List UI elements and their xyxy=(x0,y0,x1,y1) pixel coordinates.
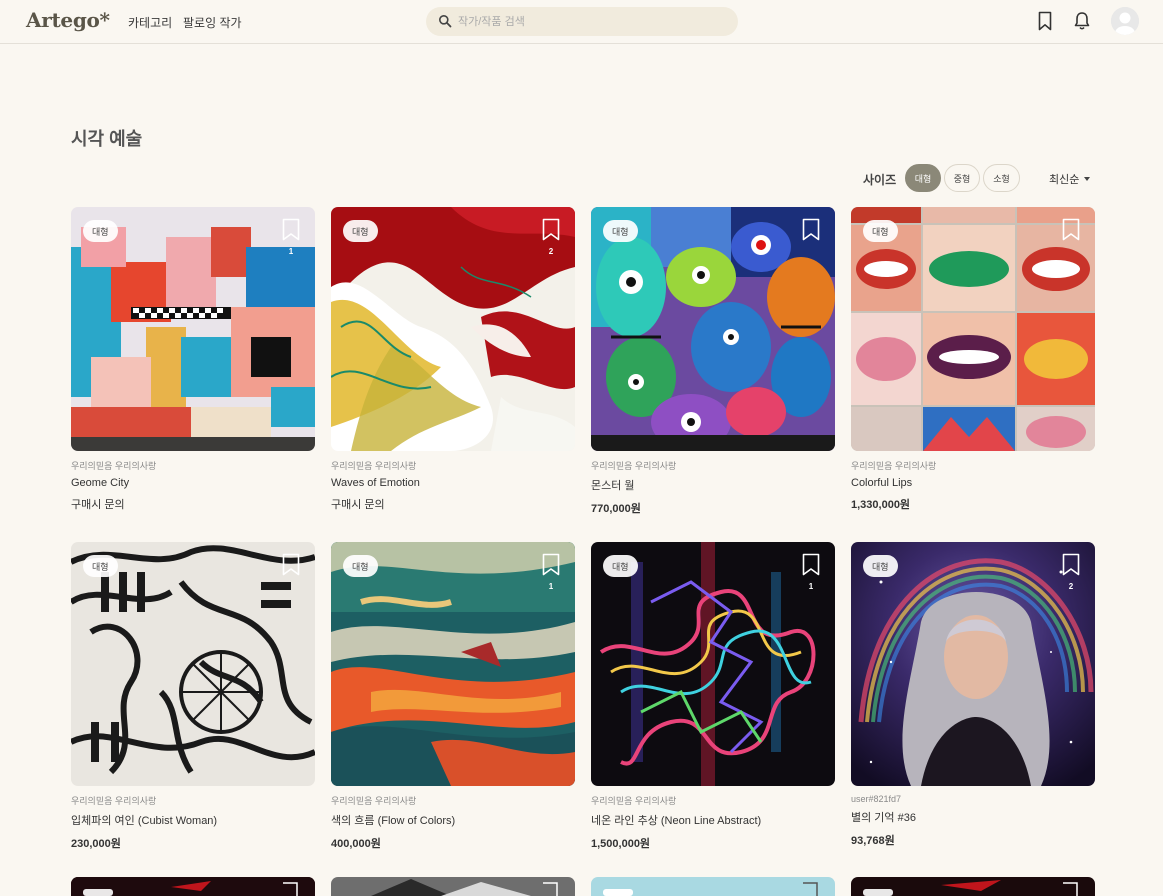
bookmark-icon[interactable] xyxy=(280,218,302,242)
artwork-title[interactable]: Geome City xyxy=(71,477,315,489)
artwork-neon-line-abstract xyxy=(591,542,835,786)
bookmark-count: 2 xyxy=(548,247,554,256)
size-badge: 대형 xyxy=(863,555,898,577)
size-badge: 대형 xyxy=(603,555,638,577)
artwork-image[interactable]: 대형 2 xyxy=(851,542,1095,786)
size-badge: 대형 xyxy=(863,220,898,242)
artwork-price: 구매시 문의 xyxy=(331,499,385,511)
artwork-image[interactable]: 대형 xyxy=(851,207,1095,451)
artwork-image[interactable]: 대형 xyxy=(591,207,835,451)
artwork-colorful-lips xyxy=(851,207,1095,451)
artwork-price: 770,000원 xyxy=(591,503,641,515)
search-bar[interactable] xyxy=(426,7,738,36)
artwork-image[interactable]: 대형 2 xyxy=(331,207,575,451)
bookmark-icon[interactable] xyxy=(1035,10,1055,32)
avatar-icon xyxy=(1111,7,1139,35)
artwork-card[interactable]: 대형 1 우리의믿음 우리의사랑 네온 라인 추상 (Neon Line Abs… xyxy=(591,542,835,851)
artwork-title[interactable]: Waves of Emotion xyxy=(331,477,575,489)
artwork-image[interactable]: 대형 1 xyxy=(591,542,835,786)
size-badge: 대형 xyxy=(83,220,118,242)
bookmark-icon[interactable] xyxy=(540,218,562,242)
artwork-card-partial[interactable] xyxy=(591,877,835,896)
artwork-thumbnail-partial xyxy=(851,877,1095,896)
bookmark-icon[interactable] xyxy=(280,553,302,577)
artwork-card[interactable]: 대형 우리의믿음 우리의사랑 몬스터 월 770,000원 xyxy=(591,207,835,516)
artwork-price: 1,500,000원 xyxy=(591,838,651,850)
sort-label: 최신순 xyxy=(1049,174,1080,186)
artist-name[interactable]: 우리의믿음 우리의사랑 xyxy=(71,459,315,472)
artwork-waves-of-emotion xyxy=(331,207,575,451)
artwork-image[interactable]: 대형 1 xyxy=(331,542,575,786)
artego-logo[interactable]: Artego* xyxy=(26,8,110,32)
bookmark-icon[interactable] xyxy=(1060,553,1082,577)
artwork-card[interactable]: 대형 1 우리의믿음 우리의사랑 Geome City 구매시 문의 xyxy=(71,207,315,512)
artwork-monster-wall xyxy=(591,207,835,451)
size-small-button[interactable]: 소형 xyxy=(983,164,1020,192)
artwork-price: 구매시 문의 xyxy=(71,499,125,511)
artwork-thumbnail-partial xyxy=(591,877,835,896)
artwork-price: 93,768원 xyxy=(851,835,895,847)
artwork-card[interactable]: 대형 1 우리의믿음 우리의사랑 색의 흐름 (Flow of Colors) … xyxy=(331,542,575,851)
bookmark-count: 2 xyxy=(1068,582,1074,591)
artist-name[interactable]: 우리의믿음 우리의사랑 xyxy=(71,794,315,807)
top-header: Artego* 카테고리 팔로잉 작가 xyxy=(0,0,1163,44)
artist-name[interactable]: 우리의믿음 우리의사랑 xyxy=(331,794,575,807)
artist-name[interactable]: 우리의믿음 우리의사랑 xyxy=(851,459,1095,472)
artwork-title[interactable]: Colorful Lips xyxy=(851,477,1095,489)
artwork-card-partial[interactable] xyxy=(331,877,575,896)
artwork-image[interactable]: 대형 xyxy=(71,542,315,786)
artwork-card-partial[interactable] xyxy=(71,877,315,896)
artist-name[interactable]: 우리의믿음 우리의사랑 xyxy=(591,459,835,472)
size-medium-button[interactable]: 중형 xyxy=(944,164,980,192)
search-icon xyxy=(439,15,452,28)
bookmark-icon[interactable] xyxy=(540,553,562,577)
size-badge: 대형 xyxy=(343,555,378,577)
artwork-title[interactable]: 별의 기억 #36 xyxy=(851,809,1095,825)
artwork-card-partial[interactable] xyxy=(851,877,1095,896)
caret-down-icon xyxy=(1084,177,1091,181)
artwork-title[interactable]: 입체파의 여인 (Cubist Woman) xyxy=(71,812,315,828)
artwork-title[interactable]: 색의 흐름 (Flow of Colors) xyxy=(331,812,575,828)
artwork-card[interactable]: 대형 2 user#821fd7 별의 기억 #36 93,768원 xyxy=(851,542,1095,848)
artwork-thumbnail-partial xyxy=(331,877,575,896)
artwork-card[interactable]: 대형 2 우리의믿음 우리의사랑 Waves of Emotion 구매시 문의 xyxy=(331,207,575,512)
size-large-button[interactable]: 대형 xyxy=(905,164,941,192)
size-filter-label: 사이즈 xyxy=(863,173,897,187)
artist-name[interactable]: 우리의믿음 우리의사랑 xyxy=(591,794,835,807)
size-badge: 대형 xyxy=(343,220,378,242)
bookmark-icon[interactable] xyxy=(800,218,822,242)
nav-category[interactable]: 카테고리 xyxy=(128,14,172,31)
artwork-thumbnail-partial xyxy=(71,877,315,896)
artwork-price: 1,330,000원 xyxy=(851,499,911,511)
artwork-title[interactable]: 네온 라인 추상 (Neon Line Abstract) xyxy=(591,812,835,828)
bell-icon[interactable] xyxy=(1072,10,1092,32)
page-title: 시각 예술 xyxy=(71,129,143,149)
search-input[interactable] xyxy=(458,7,728,36)
bookmark-icon[interactable] xyxy=(800,553,822,577)
size-badge: 대형 xyxy=(83,555,118,577)
artwork-star-memory xyxy=(851,542,1095,786)
sort-dropdown[interactable]: 최신순 xyxy=(1049,171,1091,187)
artwork-title[interactable]: 몬스터 월 xyxy=(591,477,835,493)
artwork-price: 230,000원 xyxy=(71,838,121,850)
artwork-card[interactable]: 대형 우리의믿음 우리의사랑 입체파의 여인 (Cubist Woman) 23… xyxy=(71,542,315,851)
artwork-flow-of-colors xyxy=(331,542,575,786)
artwork-image[interactable]: 대형 1 xyxy=(71,207,315,451)
artwork-cubist-woman xyxy=(71,542,315,786)
bookmark-count: 1 xyxy=(808,582,814,591)
artwork-geome-city xyxy=(71,207,315,451)
artist-name[interactable]: user#821fd7 xyxy=(851,794,1095,804)
artwork-price: 400,000원 xyxy=(331,838,381,850)
user-avatar[interactable] xyxy=(1111,7,1139,35)
artwork-card[interactable]: 대형 우리의믿음 우리의사랑 Colorful Lips 1,330,000원 xyxy=(851,207,1095,512)
nav-following-artists[interactable]: 팔로잉 작가 xyxy=(183,14,242,31)
bookmark-count: 1 xyxy=(288,247,294,256)
bookmark-count: 1 xyxy=(548,582,554,591)
size-badge: 대형 xyxy=(603,220,638,242)
bookmark-icon[interactable] xyxy=(1060,218,1082,242)
artist-name[interactable]: 우리의믿음 우리의사랑 xyxy=(331,459,575,472)
